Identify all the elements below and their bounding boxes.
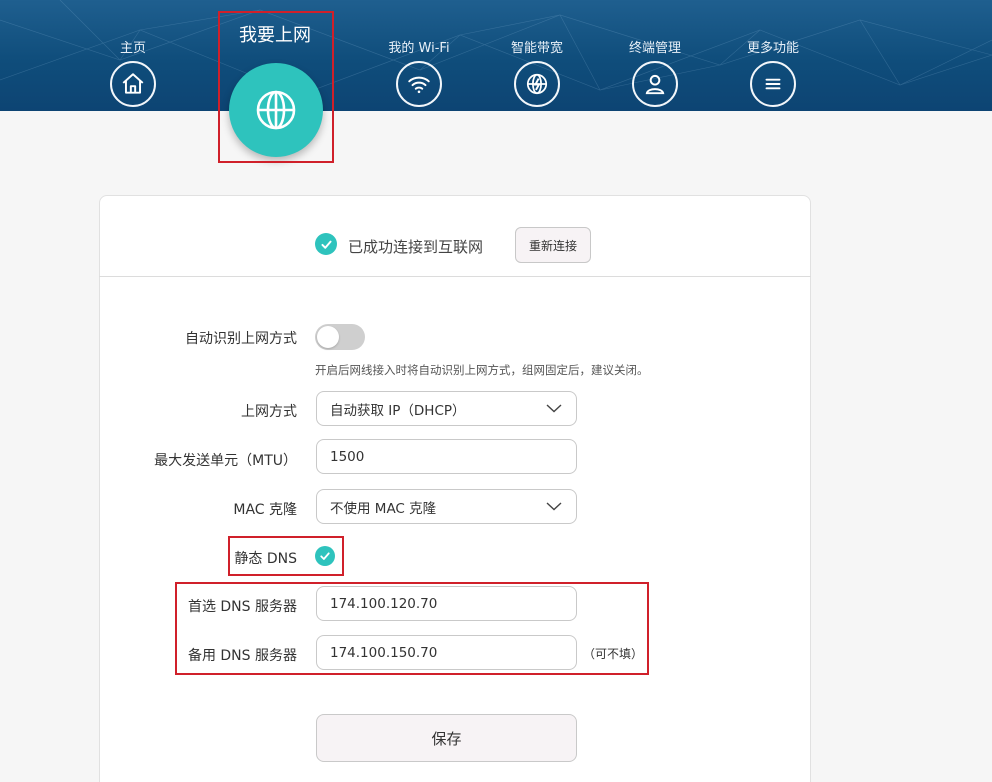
nav-label-bandwidth: 智能带宽: [510, 41, 563, 56]
nav-label-wifi: 我的 Wi-Fi: [388, 41, 450, 56]
highlight-box-internet-tab: [218, 11, 334, 163]
connection-status-text: 已成功连接到互联网: [348, 238, 484, 256]
auto-detect-label: 自动识别上网方式: [185, 331, 297, 347]
user-icon: [632, 61, 678, 107]
nav-label-devices: 终端管理: [628, 41, 681, 56]
mac-clone-select[interactable]: 不使用 MAC 克隆: [316, 489, 577, 524]
mtu-label: 最大发送单元（MTU）: [154, 453, 297, 469]
menu-icon: [750, 61, 796, 107]
chevron-down-icon: [546, 404, 562, 413]
nav-label-home: 主页: [119, 41, 146, 56]
chevron-down-icon: [546, 502, 562, 511]
mac-clone-label: MAC 克隆: [233, 502, 297, 518]
top-nav-bar: 主页 我的 Wi-Fi 智能带宽 终端管理 更多功能: [0, 0, 992, 111]
reconnect-button[interactable]: 重新连接: [515, 227, 591, 263]
bandwidth-globe-icon: [514, 61, 560, 107]
mtu-input[interactable]: 1500: [316, 439, 577, 474]
highlight-box-static-dns: [228, 536, 344, 576]
home-icon: [110, 61, 156, 107]
save-button[interactable]: 保存: [316, 714, 577, 762]
mtu-value: 1500: [330, 448, 365, 465]
connection-type-select[interactable]: 自动获取 IP（DHCP）: [316, 391, 577, 426]
auto-detect-hint: 开启后网线接入时将自动识别上网方式，组网固定后，建议关闭。: [315, 363, 649, 377]
card-divider: [99, 276, 811, 277]
wifi-icon: [396, 61, 442, 107]
auto-detect-toggle[interactable]: [315, 324, 365, 350]
toggle-knob: [317, 326, 339, 348]
highlight-box-dns-servers: [175, 582, 649, 675]
connected-check-icon: [315, 233, 337, 255]
nav-label-more: 更多功能: [746, 41, 799, 56]
mac-clone-value: 不使用 MAC 克隆: [330, 500, 437, 517]
connection-type-value: 自动获取 IP（DHCP）: [330, 402, 466, 419]
connection-type-label: 上网方式: [241, 404, 297, 420]
